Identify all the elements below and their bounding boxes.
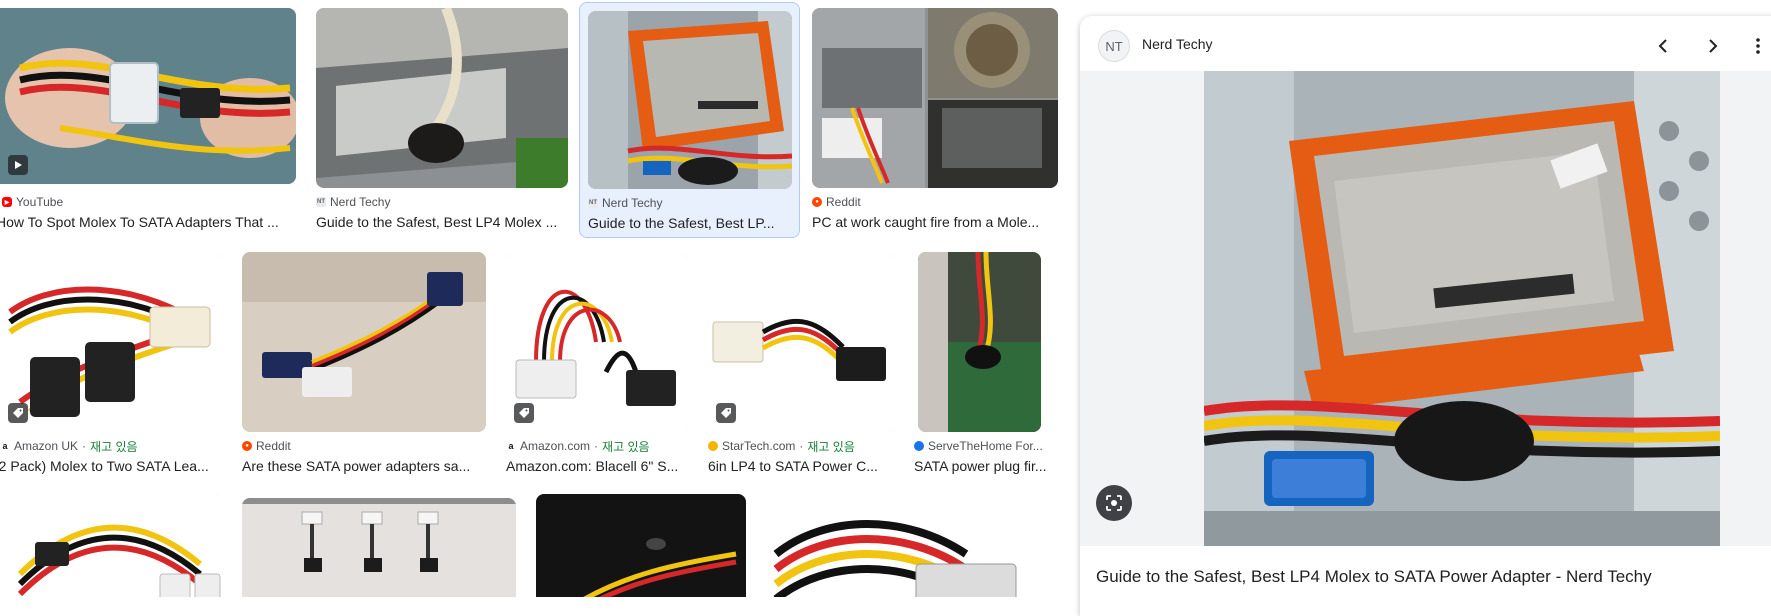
product-badge bbox=[716, 403, 736, 423]
source-avatar[interactable]: NT bbox=[1098, 30, 1130, 62]
reddit-favicon-icon: ● bbox=[242, 441, 252, 451]
result-thumbnail[interactable] bbox=[812, 8, 1058, 188]
result-title[interactable]: PC at work caught fire from a Mole... bbox=[812, 213, 1058, 231]
result-tile[interactable]: ▶ YouTube How To Spot Molex To SATA Adap… bbox=[0, 8, 296, 230]
result-tile[interactable] bbox=[536, 494, 746, 597]
more-vert-icon bbox=[1756, 38, 1760, 54]
result-tile-selected[interactable]: NT Nerd Techy Guide to the Safest, Best … bbox=[579, 2, 800, 238]
tag-icon bbox=[13, 408, 23, 418]
result-title[interactable]: (2 Pack) Molex to Two SATA Lea... bbox=[0, 457, 222, 475]
separator: · bbox=[82, 439, 87, 453]
source-name: Reddit bbox=[826, 195, 861, 209]
result-tile[interactable] bbox=[242, 498, 516, 597]
play-icon bbox=[15, 161, 22, 169]
stock-status: 재고 있음 bbox=[602, 439, 650, 454]
result-thumbnail[interactable] bbox=[918, 252, 1041, 432]
result-tile[interactable]: ServeTheHome For... SATA power plug fir.… bbox=[914, 252, 1060, 478]
amazon-favicon-icon: a bbox=[506, 441, 516, 451]
result-source: StarTech.com · 재고 있음 bbox=[708, 438, 894, 454]
product-badge bbox=[8, 403, 28, 423]
result-title[interactable]: Are these SATA power adapters sa... bbox=[242, 457, 486, 475]
result-thumbnail[interactable] bbox=[588, 11, 792, 189]
result-source: NT Nerd Techy bbox=[316, 194, 568, 210]
result-thumbnail[interactable] bbox=[708, 252, 894, 432]
source-name: ServeTheHome For... bbox=[928, 439, 1043, 453]
chevron-right-icon bbox=[1709, 39, 1718, 53]
result-source: a Amazon.com · 재고 있음 bbox=[506, 438, 688, 454]
panel-source-name[interactable]: Nerd Techy bbox=[1142, 36, 1213, 52]
nerd-techy-favicon-icon: NT bbox=[588, 198, 598, 208]
source-name: Nerd Techy bbox=[330, 195, 391, 209]
result-thumbnail[interactable] bbox=[242, 252, 486, 432]
image-detail-panel: NT Nerd Techy Guide to the Safest, Best … bbox=[1080, 16, 1771, 616]
result-thumbnail[interactable] bbox=[0, 494, 222, 597]
result-tile[interactable] bbox=[0, 494, 222, 597]
result-source: ● Reddit bbox=[812, 194, 1058, 210]
result-source: a Amazon UK · 재고 있음 bbox=[0, 438, 222, 454]
stock-status: 재고 있음 bbox=[807, 439, 855, 454]
result-tile[interactable]: StarTech.com · 재고 있음 6in LP4 to SATA Pow… bbox=[708, 252, 894, 478]
result-thumbnail[interactable] bbox=[316, 8, 568, 188]
result-thumbnail[interactable] bbox=[536, 494, 746, 597]
source-name: StarTech.com bbox=[722, 439, 796, 453]
more-options-button[interactable] bbox=[1748, 30, 1768, 62]
youtube-favicon-icon: ▶ bbox=[2, 197, 12, 207]
source-name: Nerd Techy bbox=[602, 196, 663, 210]
result-thumbnail[interactable] bbox=[766, 494, 1060, 597]
result-title[interactable]: 6in LP4 to SATA Power C... bbox=[708, 457, 894, 475]
result-thumbnail[interactable] bbox=[0, 8, 296, 184]
result-tile[interactable]: a Amazon UK · 재고 있음 (2 Pack) Molex to Tw… bbox=[0, 252, 222, 478]
result-source: ▶ YouTube bbox=[2, 194, 296, 210]
servethehome-favicon-icon bbox=[914, 441, 924, 451]
chevron-left-icon bbox=[1658, 39, 1667, 53]
separator: · bbox=[594, 439, 599, 453]
next-button[interactable] bbox=[1696, 30, 1728, 62]
tag-icon bbox=[721, 408, 731, 418]
result-source: ● Reddit bbox=[242, 438, 486, 454]
result-thumbnail[interactable] bbox=[506, 252, 688, 432]
amazon-favicon-icon: a bbox=[0, 441, 10, 451]
result-title[interactable]: SATA power plug fir... bbox=[914, 457, 1060, 475]
previous-button[interactable] bbox=[1648, 30, 1680, 62]
reddit-favicon-icon: ● bbox=[812, 197, 822, 207]
image-preview-area bbox=[1080, 71, 1771, 546]
product-badge bbox=[514, 403, 534, 423]
source-name: Reddit bbox=[256, 439, 291, 453]
source-name: Amazon.com bbox=[520, 439, 591, 453]
nerd-techy-favicon-icon: NT bbox=[316, 197, 326, 207]
result-tile[interactable]: NT Nerd Techy Guide to the Safest, Best … bbox=[316, 8, 568, 236]
result-title[interactable]: Amazon.com: Blacell 6" S... bbox=[506, 457, 688, 475]
lens-icon bbox=[1106, 495, 1122, 511]
panel-header: NT Nerd Techy bbox=[1080, 16, 1771, 74]
source-name: Amazon UK bbox=[14, 439, 79, 453]
image-results-grid: ▶ YouTube How To Spot Molex To SATA Adap… bbox=[0, 0, 1060, 597]
result-source: NT Nerd Techy bbox=[588, 195, 791, 211]
source-name: YouTube bbox=[16, 195, 64, 209]
result-title[interactable]: Guide to the Safest, Best LP4 Molex ... bbox=[316, 213, 568, 231]
visual-search-button[interactable] bbox=[1096, 485, 1132, 521]
startech-favicon-icon bbox=[708, 441, 718, 451]
result-tile[interactable] bbox=[766, 494, 1060, 597]
result-tile[interactable]: ● Reddit PC at work caught fire from a M… bbox=[812, 8, 1058, 236]
separator: · bbox=[799, 439, 804, 453]
panel-image-title[interactable]: Guide to the Safest, Best LP4 Molex to S… bbox=[1096, 567, 1652, 587]
result-thumbnail[interactable] bbox=[242, 498, 516, 597]
result-title[interactable]: How To Spot Molex To SATA Adapters That … bbox=[0, 213, 286, 231]
play-badge bbox=[8, 155, 28, 175]
tag-icon bbox=[519, 408, 529, 418]
result-tile[interactable]: a Amazon.com · 재고 있음 Amazon.com: Blacell… bbox=[506, 252, 688, 478]
result-source: ServeTheHome For... bbox=[914, 438, 1060, 454]
result-tile[interactable]: ● Reddit Are these SATA power adapters s… bbox=[242, 252, 486, 478]
preview-image[interactable] bbox=[1204, 71, 1720, 546]
result-title[interactable]: Guide to the Safest, Best LP... bbox=[588, 214, 791, 232]
result-thumbnail[interactable] bbox=[0, 252, 222, 432]
stock-status: 재고 있음 bbox=[90, 439, 138, 454]
